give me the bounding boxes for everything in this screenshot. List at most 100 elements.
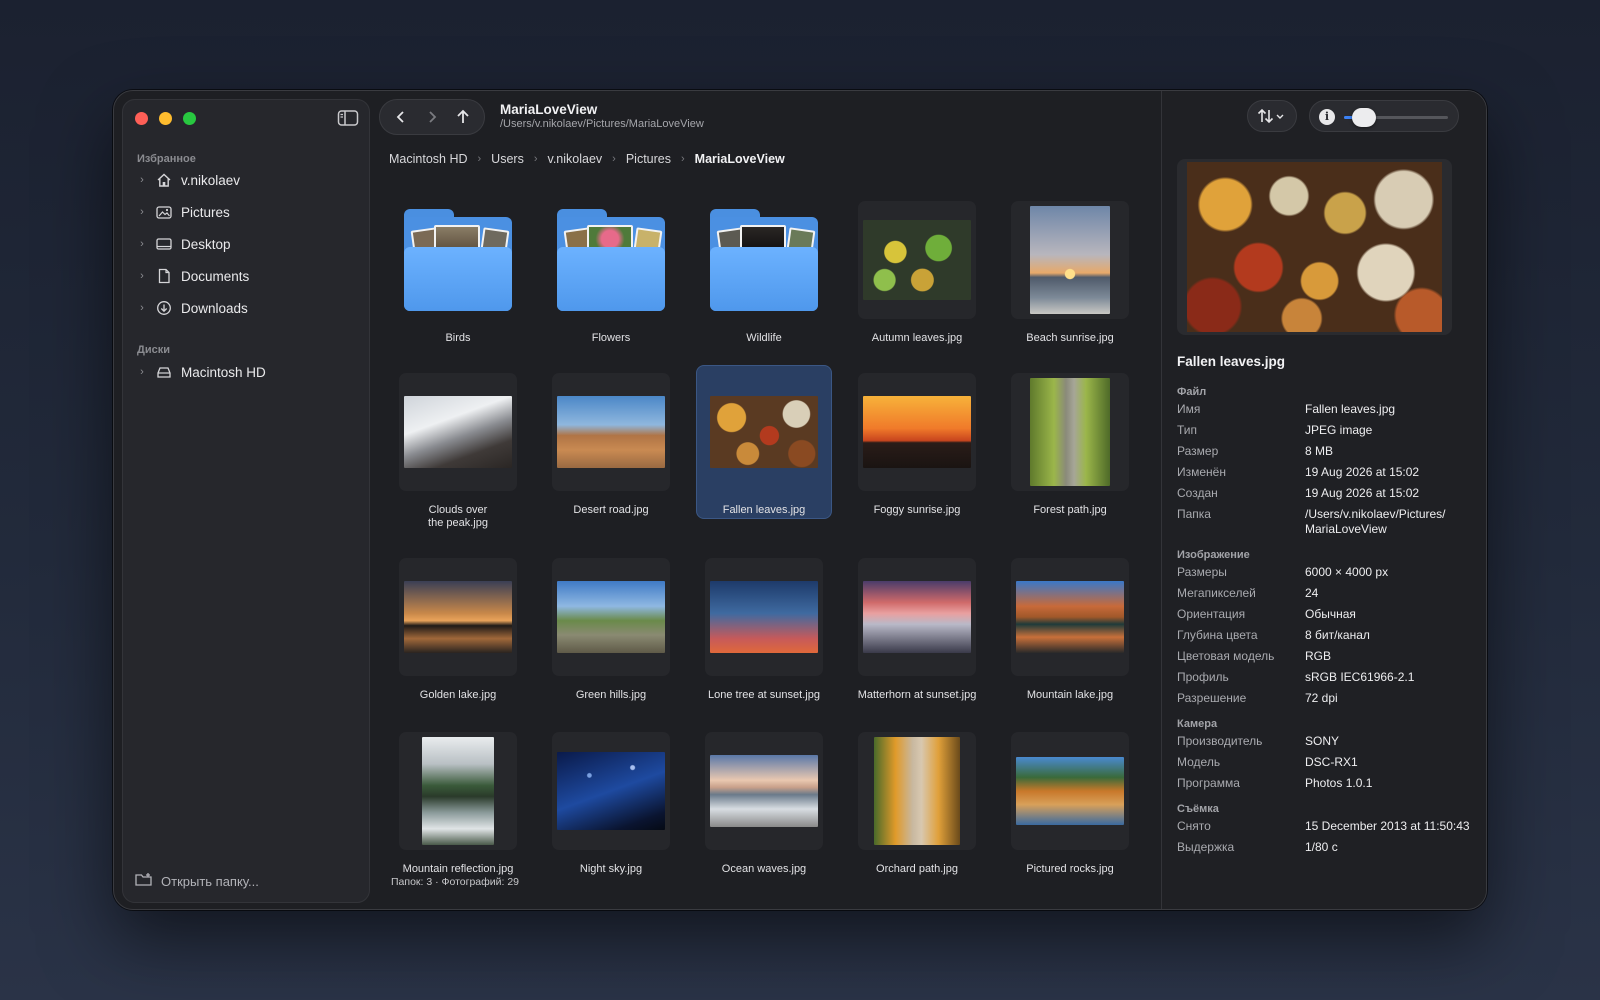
sidebar-item-home[interactable]: › v.nikolaev [129, 166, 363, 194]
property-value[interactable]: 15 December 2013 at 11:50:43 [1305, 819, 1472, 834]
sidebar-toggle-icon[interactable] [337, 109, 359, 127]
property-value[interactable]: 8 бит/канал [1305, 628, 1472, 643]
property-value[interactable]: SONY [1305, 734, 1472, 749]
property-key: Разрешение [1177, 691, 1247, 705]
photo-thumbnail [874, 737, 960, 845]
photo-item[interactable]: Lone tree at sunset.jpg [700, 558, 828, 702]
preview-photo [1187, 162, 1442, 332]
photo-item[interactable]: Mountain lake.jpg [1006, 558, 1134, 702]
property-value[interactable]: JPEG image [1305, 423, 1472, 438]
photo-item[interactable]: Matterhorn at sunset.jpg [853, 558, 981, 702]
photo-item[interactable]: Autumn leaves.jpg [853, 201, 981, 345]
property-section-title: Файл [1177, 386, 1207, 398]
breadcrumb-item[interactable]: Macintosh HD [389, 152, 468, 166]
property-row: Мегапикселей 24 [1177, 586, 1472, 601]
property-value[interactable]: DSC-RX1 [1305, 755, 1472, 770]
property-value[interactable]: 72 dpi [1305, 691, 1472, 706]
property-value[interactable]: 19 Aug 2026 at 15:02 [1305, 465, 1472, 480]
photo-item-selected[interactable]: Fallen leaves.jpg [696, 365, 832, 519]
chevron-right-icon[interactable]: › [133, 238, 151, 250]
property-key: Модель [1177, 755, 1221, 769]
photo-thumbnail [1016, 581, 1124, 653]
item-label: Green hills.jpg [575, 689, 647, 701]
chevron-right-icon[interactable]: › [133, 302, 151, 314]
breadcrumb-item-current[interactable]: MariaLoveView [695, 152, 785, 166]
property-row: Изменён 19 Aug 2026 at 15:02 [1177, 465, 1472, 480]
property-value[interactable]: Photos 1.0.1 [1305, 776, 1472, 791]
photo-item[interactable]: Orchard path.jpg [853, 732, 981, 876]
property-value[interactable]: /Users/v.nikolaev/Pictures/ MariaLoveVie… [1305, 507, 1472, 537]
photo-item[interactable]: Ocean waves.jpg [700, 732, 828, 876]
photo-item[interactable]: Pictured rocks.jpg [1006, 732, 1134, 876]
arrow-up-icon [457, 109, 469, 123]
photo-thumbnail [710, 396, 818, 468]
photo-item[interactable]: Clouds over the peak.jpg [394, 373, 522, 530]
photo-item[interactable]: Desert road.jpg [547, 373, 675, 517]
item-label: Foggy sunrise.jpg [873, 504, 961, 516]
item-label: Wildlife [746, 332, 782, 344]
property-value[interactable]: Обычная [1305, 607, 1472, 622]
property-value[interactable]: 19 Aug 2026 at 15:02 [1305, 486, 1472, 501]
zoom-window-button[interactable] [183, 112, 196, 125]
property-value[interactable]: 1/80 с [1305, 840, 1472, 855]
window-controls [135, 112, 196, 125]
close-window-button[interactable] [135, 112, 148, 125]
property-value[interactable]: sRGB IEC61966-2.1 [1305, 670, 1472, 685]
folder-item[interactable]: Wildlife [700, 201, 828, 345]
photo-thumbnail [557, 581, 665, 653]
sidebar-item-pictures[interactable]: › Pictures [129, 198, 363, 226]
photo-thumbnail [863, 396, 971, 468]
breadcrumb-item[interactable]: v.nikolaev [548, 152, 603, 166]
photo-item[interactable]: Golden lake.jpg [394, 558, 522, 702]
item-label: Beach sunrise.jpg [1026, 332, 1114, 344]
property-key: Изменён [1177, 465, 1226, 479]
photo-item[interactable]: Forest path.jpg [1006, 373, 1134, 517]
sidebar-item-desktop[interactable]: › Desktop [129, 230, 363, 258]
chevron-right-icon[interactable]: › [133, 366, 151, 378]
chevron-right-icon[interactable]: › [133, 174, 151, 186]
property-value[interactable]: 8 MB [1305, 444, 1472, 459]
photo-item[interactable]: Night sky.jpg [547, 732, 675, 876]
up-button[interactable] [452, 106, 474, 128]
sidebar-item-documents[interactable]: › Documents [129, 262, 363, 290]
home-icon [155, 171, 173, 189]
property-value[interactable]: Fallen leaves.jpg [1305, 402, 1472, 417]
photo-item[interactable]: Beach sunrise.jpg [1006, 201, 1134, 345]
property-value[interactable]: RGB [1305, 649, 1472, 664]
chevron-right-icon: › [477, 153, 482, 165]
photo-item[interactable]: Foggy sunrise.jpg [853, 373, 981, 517]
property-key: Профиль [1177, 670, 1229, 684]
download-icon [155, 299, 173, 317]
chevron-right-icon[interactable]: › [133, 206, 151, 218]
zoom-slider-knob[interactable] [1351, 108, 1376, 127]
sidebar: Избранное › v.nikolaev › Pictures › Desk… [122, 99, 370, 903]
property-value[interactable]: 6000 × 4000 px [1305, 565, 1472, 580]
photo-thumbnail [557, 752, 665, 830]
chevron-right-icon[interactable]: › [133, 270, 151, 282]
photo-item[interactable]: Mountain reflection.jpg [394, 732, 522, 876]
item-label: Mountain reflection.jpg [402, 863, 514, 875]
item-label: Lone tree at sunset.jpg [708, 689, 820, 701]
sidebar-item-label: Downloads [181, 300, 248, 316]
sort-button[interactable] [1247, 100, 1297, 132]
property-key: Имя [1177, 402, 1201, 416]
back-button[interactable] [390, 106, 412, 128]
minimize-window-button[interactable] [159, 112, 172, 125]
item-label: Desert road.jpg [573, 504, 649, 516]
zoom-slider[interactable] [1344, 108, 1448, 127]
info-icon[interactable]: i [1319, 109, 1335, 125]
folder-item[interactable]: Flowers [547, 201, 675, 345]
breadcrumb-item[interactable]: Users [491, 152, 524, 166]
properties-list: Файл Имя Fallen leaves.jpg Тип JPEG image Раз… [1177, 386, 1472, 891]
photo-thumbnail [710, 755, 818, 827]
photo-item[interactable]: Green hills.jpg [547, 558, 675, 702]
item-label: Golden lake.jpg [419, 689, 497, 701]
open-folder-button[interactable]: Открыть папку... [135, 872, 259, 890]
item-label: Autumn leaves.jpg [871, 332, 963, 344]
property-value[interactable]: 24 [1305, 586, 1472, 601]
forward-button[interactable] [421, 106, 443, 128]
sidebar-item-macintosh-hd[interactable]: › Macintosh HD [129, 358, 363, 386]
sidebar-item-downloads[interactable]: › Downloads [129, 294, 363, 322]
folder-item[interactable]: Birds [394, 201, 522, 345]
breadcrumb-item[interactable]: Pictures [626, 152, 671, 166]
